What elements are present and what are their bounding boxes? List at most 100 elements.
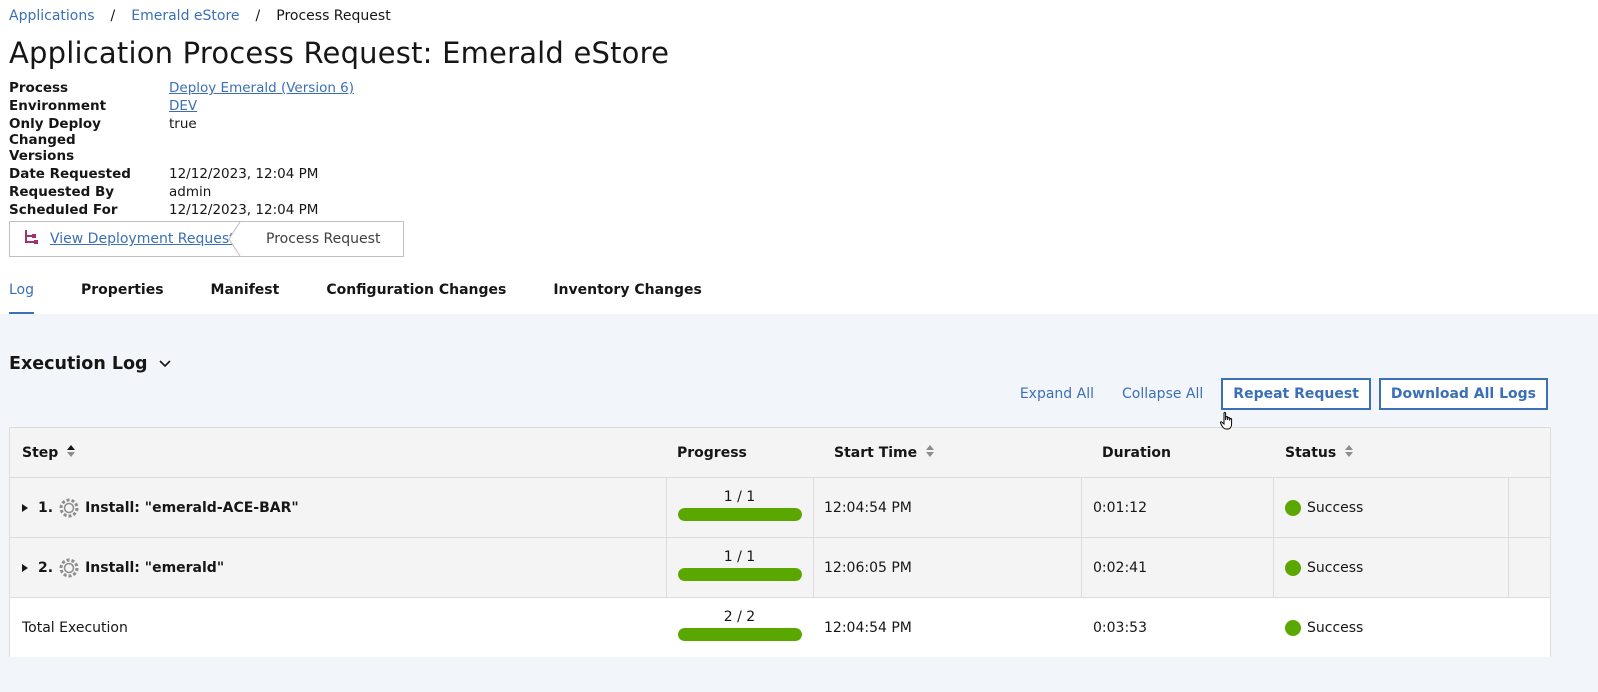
- detail-value: admin: [169, 184, 212, 200]
- duration-cell: 0:02:41: [1093, 559, 1147, 576]
- detail-value: true: [169, 116, 197, 132]
- tab-configuration-changes[interactable]: Configuration Changes: [326, 272, 506, 314]
- column-divider: [1273, 478, 1274, 537]
- success-status-icon: [1285, 499, 1301, 516]
- start-time-cell: 12:06:05 PM: [824, 559, 912, 576]
- column-label: Step: [22, 444, 59, 461]
- breadcrumb-emerald-estore[interactable]: Emerald eStore: [131, 8, 239, 24]
- execution-log-title: Execution Log: [9, 354, 148, 374]
- success-status-icon: [1285, 619, 1301, 636]
- column-divider: [666, 538, 667, 597]
- detail-label: Environment: [9, 98, 107, 114]
- status-text: Success: [1307, 499, 1364, 516]
- total-execution-row: Total Execution 2 / 2 12:04:54 PM 0:03:5…: [10, 598, 1550, 657]
- progress-cell: 1 / 1: [677, 478, 802, 537]
- status-cell: Success: [1285, 478, 1505, 537]
- detail-label: Process: [9, 80, 69, 96]
- progress-cell: 1 / 1: [677, 538, 802, 597]
- table-header: Step Progress Start Time Duration Status: [10, 428, 1550, 478]
- duration-cell: 0:01:12: [1093, 499, 1147, 516]
- detail-label: Scheduled For: [9, 202, 118, 218]
- detail-label: Only Deploy Changed Versions: [9, 116, 101, 164]
- tab-properties[interactable]: Properties: [81, 272, 164, 314]
- column-header-start-time[interactable]: Start Time: [834, 428, 1084, 477]
- status-text: Success: [1307, 619, 1364, 636]
- column-divider: [666, 478, 667, 537]
- hierarchy-icon: [24, 229, 38, 249]
- column-divider: [813, 478, 814, 537]
- progress-fill: [677, 627, 802, 641]
- column-header-progress: Progress: [677, 444, 747, 461]
- environment-link[interactable]: DEV: [169, 98, 197, 114]
- breadcrumb-separator: /: [255, 8, 261, 24]
- sort-icon[interactable]: [1344, 444, 1354, 462]
- progress-fill: [677, 507, 802, 521]
- success-status-icon: [1285, 559, 1301, 576]
- detail-label: Requested By: [9, 184, 115, 200]
- sort-icon[interactable]: [66, 444, 76, 462]
- step-cell: 2. Install: "emerald": [22, 538, 662, 597]
- request-details: Process Deploy Emerald (Version 6) Envir…: [9, 80, 354, 220]
- progress-fill: [677, 567, 802, 581]
- tab-log[interactable]: Log: [9, 272, 35, 314]
- tab-bar: Log Properties Manifest Configuration Ch…: [9, 272, 749, 314]
- process-link[interactable]: Deploy Emerald (Version 6): [169, 80, 354, 96]
- chevron-divider: [228, 222, 252, 256]
- view-deployment-request-step: View Deployment Request: [10, 222, 241, 256]
- repeat-request-button[interactable]: Repeat Request: [1221, 378, 1371, 410]
- step-cell: 1. Install: "emerald-ACE-BAR": [22, 478, 662, 537]
- column-divider: [1081, 538, 1082, 597]
- execution-log-table: Step Progress Start Time Duration Status…: [9, 427, 1551, 657]
- progress-text: 1 / 1: [723, 488, 756, 505]
- breadcrumb: Applications / Emerald eStore / Process …: [9, 8, 391, 24]
- duration-cell: 0:03:53: [1093, 619, 1147, 636]
- detail-environment: Environment DEV: [9, 98, 354, 114]
- breadcrumb-applications[interactable]: Applications: [9, 8, 95, 24]
- detail-only-deploy-changed: Only Deploy Changed Versions true: [9, 116, 354, 164]
- progress-text: 1 / 1: [723, 548, 756, 565]
- status-cell: Success: [1285, 538, 1505, 597]
- column-header-status[interactable]: Status: [1285, 428, 1505, 477]
- chevron-down-icon[interactable]: [158, 354, 172, 374]
- column-divider: [1508, 538, 1509, 597]
- download-all-logs-button[interactable]: Download All Logs: [1378, 378, 1548, 410]
- sort-icon[interactable]: [925, 444, 935, 462]
- step-number: 2.: [38, 559, 54, 576]
- view-deployment-request-link[interactable]: View Deployment Request: [50, 231, 235, 247]
- status-text: Success: [1307, 559, 1364, 576]
- expand-all-button[interactable]: Expand All: [1020, 386, 1094, 402]
- column-header-step[interactable]: Step: [22, 428, 662, 477]
- progress-cell: 2 / 2: [677, 598, 802, 657]
- step-name: Install: "emerald": [85, 559, 225, 576]
- expand-row-icon[interactable]: [22, 563, 32, 572]
- log-actions: Expand All Collapse All Repeat Request D…: [1020, 378, 1548, 410]
- log-panel: Execution Log Expand All Collapse All Re…: [0, 314, 1598, 692]
- table-row: 2. Install: "emerald" 1 / 1 12:06:05 PM …: [10, 538, 1550, 598]
- tab-inventory-changes[interactable]: Inventory Changes: [553, 272, 701, 314]
- total-label: Total Execution: [22, 619, 128, 636]
- breadcrumb-current: Process Request: [276, 8, 391, 24]
- status-cell: Success: [1285, 598, 1505, 657]
- column-label: Start Time: [834, 444, 918, 461]
- detail-value: 12/12/2023, 12:04 PM: [169, 166, 319, 182]
- start-time-cell: 12:04:54 PM: [824, 499, 912, 516]
- detail-label: Date Requested: [9, 166, 131, 182]
- step-name: Install: "emerald-ACE-BAR": [85, 499, 299, 516]
- detail-scheduled-for: Scheduled For 12/12/2023, 12:04 PM: [9, 202, 354, 218]
- collapse-all-button[interactable]: Collapse All: [1122, 386, 1203, 402]
- column-header-duration: Duration: [1102, 444, 1172, 461]
- progress-bar: [677, 567, 802, 581]
- column-divider: [1273, 538, 1274, 597]
- hand-cursor-icon: [1220, 411, 1234, 434]
- execution-log-header[interactable]: Execution Log: [9, 354, 172, 374]
- column-divider: [1508, 478, 1509, 537]
- detail-value: 12/12/2023, 12:04 PM: [169, 202, 319, 218]
- expand-row-icon[interactable]: [22, 503, 32, 512]
- step-number: 1.: [38, 499, 54, 516]
- column-divider: [813, 538, 814, 597]
- process-request-step: Process Request: [266, 231, 381, 247]
- progress-text: 2 / 2: [723, 608, 756, 625]
- tab-manifest[interactable]: Manifest: [211, 272, 280, 314]
- start-time-cell: 12:04:54 PM: [824, 619, 912, 636]
- detail-requested-by: Requested By admin: [9, 184, 354, 200]
